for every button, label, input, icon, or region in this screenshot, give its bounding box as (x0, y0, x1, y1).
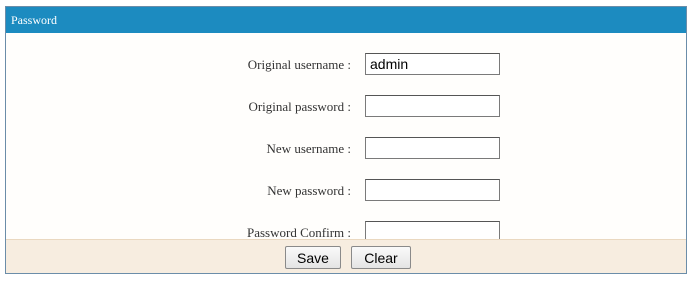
save-button[interactable]: Save (285, 246, 341, 269)
original-username-row: Original username : (6, 53, 686, 81)
original-username-input[interactable] (365, 53, 500, 75)
original-password-row: Original password : (6, 95, 686, 123)
new-username-row: New username : (6, 137, 686, 165)
new-username-input[interactable] (365, 137, 500, 159)
panel-title: Password (6, 7, 686, 33)
original-username-label: Original username : (247, 57, 351, 72)
original-password-input[interactable] (365, 95, 500, 117)
password-form: Original username : Original password : … (6, 33, 686, 243)
button-bar: Save Clear (6, 239, 686, 273)
password-panel: Password Original username : Original pa… (5, 6, 687, 274)
new-password-input[interactable] (365, 179, 500, 201)
new-password-label: New password : (267, 183, 351, 198)
new-username-label: New username : (266, 141, 351, 156)
clear-button[interactable]: Clear (351, 246, 411, 269)
new-password-row: New password : (6, 179, 686, 207)
original-password-label: Original password : (248, 99, 351, 114)
